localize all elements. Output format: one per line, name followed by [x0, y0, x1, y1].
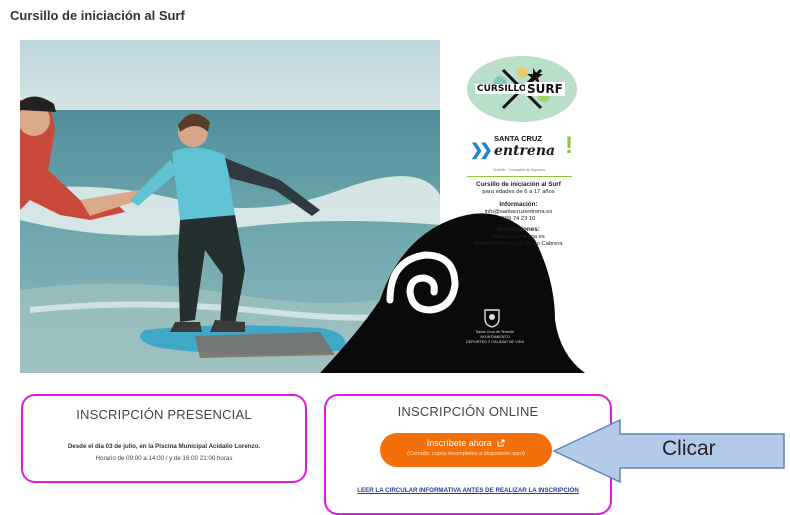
city-crest-icon [484, 309, 500, 328]
presencial-title: INSCRIPCIÓN PRESENCIAL [76, 407, 252, 422]
logo-text-cursillo: CURSILLO [475, 84, 529, 94]
logo-text-surf: SURF [525, 82, 565, 96]
presencial-location-text: Desde el día 03 de julio, en la Piscina … [67, 443, 261, 450]
info-email: info@santacruzentrena.es [484, 209, 553, 215]
brand-top-text: SANTA CRUZ [494, 134, 542, 143]
info-heading: Información: [499, 201, 538, 208]
brand-main-text: entrena [494, 143, 556, 159]
poster-info-text: Cursillo de iniciación al Surf para edad… [456, 181, 581, 248]
presencial-registration-box: INSCRIPCIÓN PRESENCIAL Desde el día 03 d… [21, 394, 307, 483]
signup-button-subtext: (Cerrado: cupos incompletos a disposició… [407, 451, 525, 457]
inscr-web: santacruzentrena.es [492, 234, 545, 240]
brand-tagline: Tenerife · Concejalía de Deportes [492, 168, 546, 172]
signup-button-label: Inscríbete ahora [426, 438, 492, 448]
info-phone: 609 74 23 10 [501, 216, 536, 222]
city-crest-caption: Santa Cruz de Tenerife AYUNTAMIENTO DEPO… [465, 330, 525, 344]
signup-button-main: Inscríbete ahora [380, 438, 552, 448]
info-title: Cursillo de iniciación al Surf [476, 181, 561, 188]
cursillo-surf-logo: CURSILLO SURF [467, 56, 577, 122]
external-link-icon [497, 439, 505, 447]
callout-label: Clicar [662, 437, 716, 460]
read-circular-link[interactable]: LEER LA CIRCULAR INFORMATIVA ANTES DE RE… [326, 487, 610, 494]
double-chevron-icon: ❯❯ [470, 142, 493, 159]
poster-info-column: CURSILLO SURF ❯❯ SANTA CRUZ entrena ! Te… [452, 40, 585, 373]
online-title: INSCRIPCIÓN ONLINE [397, 404, 539, 419]
info-ages: para edades de 6 a 17 años [482, 189, 555, 195]
surf-course-poster: CURSILLO SURF ❯❯ SANTA CRUZ entrena ! Te… [20, 40, 585, 373]
divider [467, 176, 572, 177]
santa-cruz-entrena-logo: ❯❯ SANTA CRUZ entrena ! [470, 132, 580, 168]
inscr-place: Pabellón Municipal Quico Cabrera [474, 241, 563, 247]
inscr-heading: Inscripciones: [497, 226, 540, 233]
page-title: Cursillo de iniciación al Surf [10, 8, 185, 23]
presencial-hours-text: Horario de 09:00 a 14:00 / y de 16:00 21… [95, 455, 233, 462]
exclamation-mark-icon: ! [565, 132, 573, 159]
signup-now-button[interactable]: Inscríbete ahora (Cerrado: cupos incompl… [380, 433, 552, 467]
